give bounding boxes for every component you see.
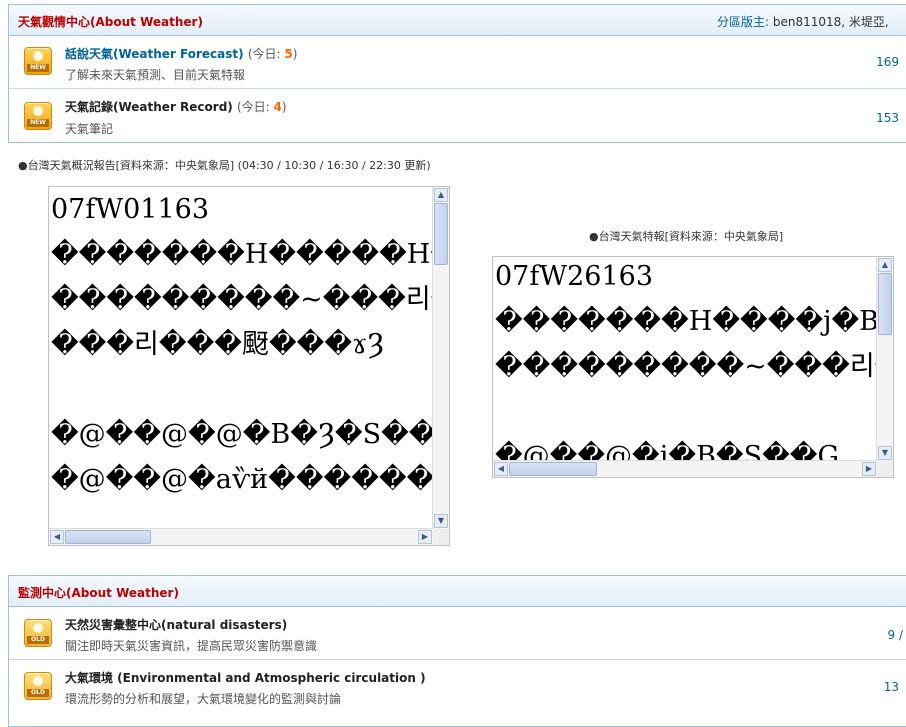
forum-description: 關注即時天氣災害資訊，提高民眾災害防禦意識 <box>65 639 318 653</box>
weather-section-header: 天氣觀情中心(About Weather) 分區版主: ben811018, 米… <box>9 5 906 36</box>
weather-section-title[interactable]: 天氣觀情中心(About Weather) <box>18 13 203 30</box>
forum-link-natural-disasters[interactable]: 天然災害彙整中心(natural disasters) <box>65 618 287 632</box>
forum-description: 了解未來天氣預測、目前天氣特報 <box>65 68 246 82</box>
scroll-left-button[interactable]: ◀ <box>50 530 64 544</box>
scroll-up-button[interactable]: ▲ <box>878 258 892 272</box>
forum-title: 大氣環境 (Environmental and Atmospheric circ… <box>65 669 426 686</box>
special-caption: ●台灣天氣特報[資料來源：中央氣象局] <box>589 230 784 243</box>
scroll-thumb[interactable] <box>878 273 892 335</box>
moderators-label: 分區版主: <box>717 15 770 29</box>
moderators: 分區版主: ben811018, 米堤亞, <box>717 13 889 30</box>
forum-link-weather-record[interactable]: 天氣記錄(Weather Record) <box>65 100 233 114</box>
report-frame[interactable]: 07fW01163 �������H�����H� ���������~���리… <box>48 186 450 546</box>
scroll-thumb[interactable] <box>509 462 597 476</box>
monitor-section-title[interactable]: 監測中心(About Weather) <box>18 584 179 601</box>
forum-row-natural-disasters: OLD 天然災害彙整中心(natural disasters) 關注即時天氣災害… <box>9 607 906 660</box>
scroll-thumb[interactable] <box>434 203 448 265</box>
vertical-scrollbar[interactable]: ▲ ▼ <box>876 257 893 461</box>
topic-count: 9 / <box>887 628 904 642</box>
special-frame[interactable]: 07fW26163 �������H����j�B� ���������~���… <box>492 256 894 478</box>
special-text: 07fW26163 �������H����j�B� ���������~���… <box>495 261 894 472</box>
today-count: 5 <box>284 47 293 61</box>
forum-row-weather-record: NEW 天氣記錄(Weather Record) (今日: 4) 天氣筆記 15… <box>9 89 906 141</box>
forum-link-weather-forecast[interactable]: 話說天氣(Weather Forecast) <box>65 47 244 61</box>
monitor-section-header: 監測中心(About Weather) <box>9 576 906 607</box>
forum-row-weather-forecast: NEW 話說天氣(Weather Forecast) (今日: 5) 了解未來天… <box>9 36 906 89</box>
weather-section: 天氣觀情中心(About Weather) 分區版主: ben811018, 米… <box>8 4 906 143</box>
horizontal-scrollbar[interactable]: ◀ ▶ <box>49 528 433 545</box>
monitor-section: 監測中心(About Weather) OLD 天然災害彙整中心(natural… <box>8 575 906 727</box>
forum-row-atmospheric-circulation: OLD 大氣環境 (Environmental and Atmospheric … <box>9 660 906 712</box>
old-icon[interactable]: OLD <box>24 619 52 647</box>
new-icon[interactable]: NEW <box>24 47 52 75</box>
scroll-thumb[interactable] <box>65 530 151 544</box>
old-icon[interactable]: OLD <box>24 672 52 700</box>
forum-title: 天氣記錄(Weather Record) (今日: 4) <box>65 100 287 114</box>
forum-link-atmospheric-circulation[interactable]: 大氣環境 (Environmental and Atmospheric circ… <box>65 671 426 685</box>
report-text: 07fW01163 �������H�����H� ���������~���리… <box>51 194 450 495</box>
today-label: (今日: <box>247 47 285 61</box>
scroll-up-button[interactable]: ▲ <box>434 188 448 202</box>
today-count: 4 <box>273 100 282 114</box>
scroll-down-button[interactable]: ▼ <box>878 446 892 460</box>
topic-count: 13 <box>883 680 899 694</box>
scrollbar-corner <box>877 461 893 477</box>
forum-description: 天氣筆記 <box>65 122 114 136</box>
new-icon[interactable]: NEW <box>24 102 52 130</box>
forum-description: 環流形勢的分析和展望，大氣環境變化的監測與討論 <box>65 692 342 706</box>
forum-title: 話說天氣(Weather Forecast) (今日: 5) <box>65 47 298 61</box>
scrollbar-corner <box>433 529 449 545</box>
scroll-right-button[interactable]: ▶ <box>862 462 876 476</box>
moderators-list[interactable]: ben811018, 米堤亞, <box>773 15 889 29</box>
topic-count: 153 <box>876 111 899 125</box>
horizontal-scrollbar[interactable]: ◀ ▶ <box>493 460 877 477</box>
scroll-down-button[interactable]: ▼ <box>434 514 448 528</box>
vertical-scrollbar[interactable]: ▲ ▼ <box>432 187 449 529</box>
topic-count: 169 <box>876 55 899 69</box>
report-caption: ●台灣天氣概況報告[資料來源：中央氣象局] (04:30 / 10:30 / 1… <box>18 159 431 172</box>
scroll-left-button[interactable]: ◀ <box>494 462 508 476</box>
forum-title: 天然災害彙整中心(natural disasters) <box>65 616 287 633</box>
scroll-right-button[interactable]: ▶ <box>418 530 432 544</box>
today-label: (今日: <box>236 100 274 114</box>
